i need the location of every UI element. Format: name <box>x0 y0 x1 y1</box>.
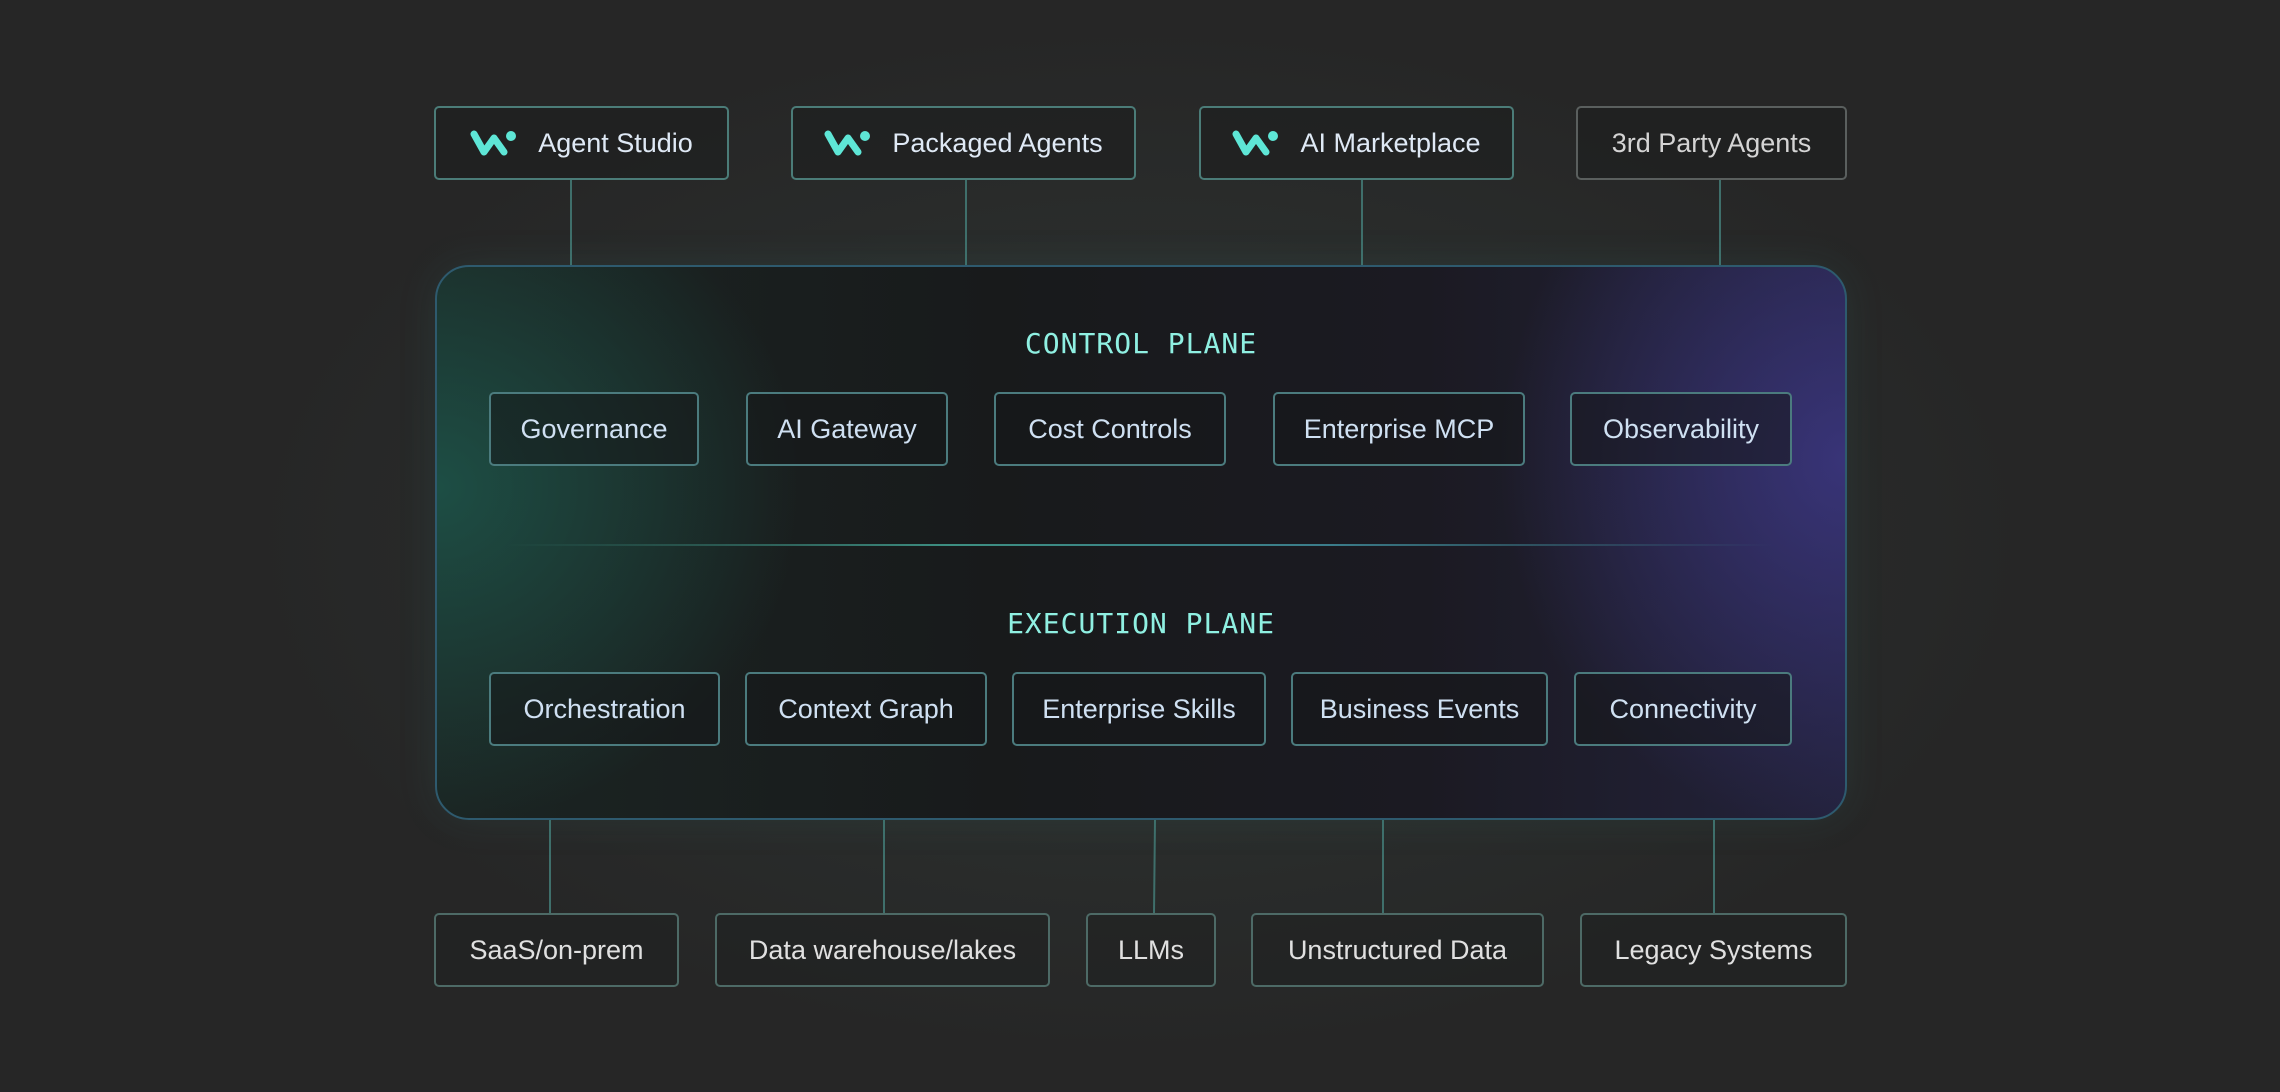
context-graph-label: Context Graph <box>778 693 954 724</box>
legacy-systems-label: Legacy Systems <box>1614 934 1813 965</box>
enterprise-mcp-box: Enterprise MCP <box>1273 392 1525 466</box>
enterprise-skills-box: Enterprise Skills <box>1012 672 1266 746</box>
saas-on-prem-box: SaaS/on-prem <box>434 913 679 987</box>
observability-label: Observability <box>1602 413 1760 444</box>
platform-panel: CONTROL PLANE Governance AI Gateway Cost… <box>435 265 1847 820</box>
cost-controls-label: Cost Controls <box>1028 413 1192 444</box>
unstructured-data-label: Unstructured Data <box>1287 934 1508 965</box>
agent-studio-box: Agent Studio <box>434 106 729 180</box>
ai-gateway-label: AI Gateway <box>777 413 917 444</box>
connector-llms <box>1153 819 1156 914</box>
plane-divider <box>507 544 1775 546</box>
third-party-agents-box: 3rd Party Agents <box>1576 106 1847 180</box>
business-events-box: Business Events <box>1291 672 1548 746</box>
context-graph-box: Context Graph <box>745 672 987 746</box>
governance-label: Governance <box>520 413 668 444</box>
data-warehouse-box: Data warehouse/lakes <box>715 913 1050 987</box>
llms-box: LLMs <box>1086 913 1216 987</box>
enterprise-mcp-label: Enterprise MCP <box>1303 413 1495 444</box>
legacy-systems-box: Legacy Systems <box>1580 913 1847 987</box>
packaged-agents-box: Packaged Agents <box>791 106 1136 180</box>
llms-label: LLMs <box>1117 934 1185 965</box>
third-party-agents-label: 3rd Party Agents <box>1611 127 1812 158</box>
packaged-agents-label: Packaged Agents <box>892 127 1103 158</box>
connectivity-box: Connectivity <box>1574 672 1792 746</box>
observability-box: Observability <box>1570 392 1792 466</box>
connectivity-label: Connectivity <box>1609 693 1757 724</box>
cost-controls-box: Cost Controls <box>994 392 1226 466</box>
data-warehouse-label: Data warehouse/lakes <box>748 934 1017 965</box>
architecture-diagram: Agent Studio Packaged Agents AI Marketpl… <box>0 0 2280 1092</box>
agent-studio-label: Agent Studio <box>538 127 693 158</box>
control-plane-title: CONTROL PLANE <box>1024 327 1258 360</box>
business-events-label: Business Events <box>1319 693 1520 724</box>
ai-marketplace-box: AI Marketplace <box>1199 106 1514 180</box>
enterprise-skills-label: Enterprise Skills <box>1042 693 1236 724</box>
workato-logo-icon <box>1232 130 1279 156</box>
workato-logo-icon <box>824 130 871 156</box>
orchestration-box: Orchestration <box>489 672 720 746</box>
execution-plane-title: EXECUTION PLANE <box>1007 607 1275 640</box>
orchestration-label: Orchestration <box>523 693 686 724</box>
ai-gateway-box: AI Gateway <box>746 392 948 466</box>
ai-marketplace-label: AI Marketplace <box>1300 127 1481 158</box>
unstructured-data-box: Unstructured Data <box>1251 913 1544 987</box>
governance-box: Governance <box>489 392 699 466</box>
saas-on-prem-label: SaaS/on-prem <box>469 934 644 965</box>
workato-logo-icon <box>470 130 517 156</box>
